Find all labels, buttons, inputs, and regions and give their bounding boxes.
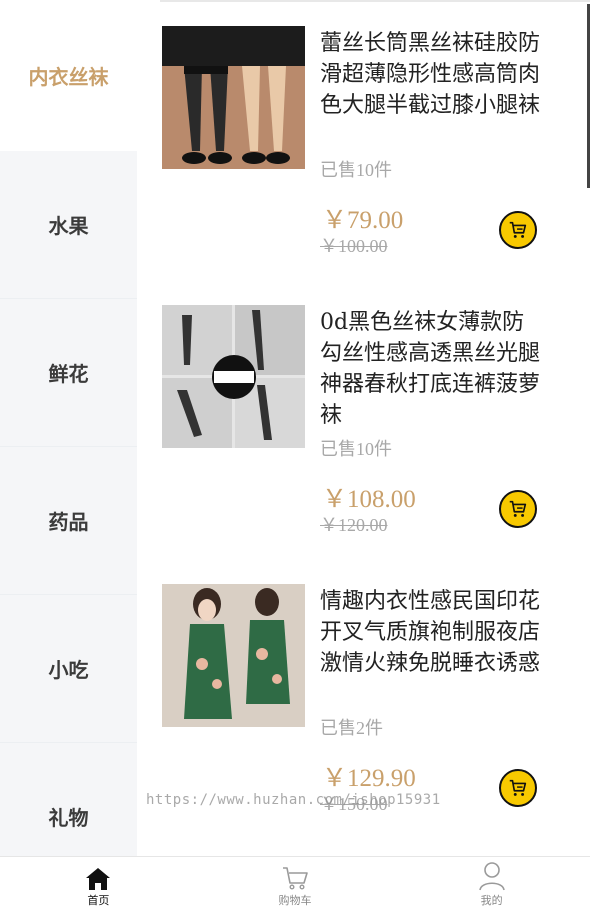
category-sidebar: 内衣丝袜 水果 鲜花 药品 小吃 礼物	[0, 0, 137, 856]
category-lingerie-stockings[interactable]: 内衣丝袜	[0, 0, 137, 151]
cart-icon	[283, 867, 308, 890]
category-fruit[interactable]: 水果	[0, 151, 137, 299]
sold-count: 已售10件	[320, 439, 392, 459]
product-image[interactable]	[162, 26, 305, 169]
cart-icon	[509, 500, 527, 517]
original-price: ￥100.00	[320, 236, 388, 256]
category-gifts[interactable]: 礼物	[0, 743, 137, 856]
tab-cart[interactable]: 购物车	[197, 857, 394, 910]
add-to-cart-button[interactable]	[499, 769, 537, 807]
sold-count: 已售10件	[320, 160, 392, 180]
category-flowers[interactable]: 鲜花	[0, 299, 137, 447]
product-price: ￥108.00	[322, 486, 416, 513]
tab-bar: 首页 购物车 我的	[0, 856, 590, 910]
cart-icon	[509, 221, 527, 238]
product-title[interactable]: 0d黑色丝袜女薄款防勾丝性感高透黑丝光腿神器春秋打底连裤菠萝袜	[320, 307, 542, 431]
product-card[interactable]: 蕾丝长筒黑丝袜硅胶防滑超薄隐形性感高筒肉色大腿半截过膝小腿袜 已售10件 ￥79…	[162, 26, 582, 286]
add-to-cart-button[interactable]	[499, 211, 537, 249]
category-medicine[interactable]: 药品	[0, 447, 137, 595]
qipao-photo	[162, 584, 305, 727]
add-to-cart-button[interactable]	[499, 490, 537, 528]
tab-label: 我的	[480, 894, 503, 907]
product-image[interactable]	[162, 305, 305, 448]
tab-profile[interactable]: 我的	[393, 857, 590, 910]
product-title[interactable]: 蕾丝长筒黑丝袜硅胶防滑超薄隐形性感高筒肉色大腿半截过膝小腿袜	[320, 28, 542, 121]
cart-icon	[509, 779, 527, 796]
tab-home[interactable]: 首页	[0, 857, 197, 910]
category-snacks[interactable]: 小吃	[0, 595, 137, 743]
product-price: ￥79.00	[322, 207, 404, 234]
product-image[interactable]	[162, 584, 305, 727]
product-title[interactable]: 情趣内衣性感民国印花开叉气质旗袍制服夜店激情火辣免脱睡衣诱惑	[320, 586, 542, 679]
product-list: 蕾丝长筒黑丝袜硅胶防滑超薄隐形性感高筒肉色大腿半截过膝小腿袜 已售10件 ￥79…	[137, 0, 590, 856]
product-card[interactable]: 0d黑色丝袜女薄款防勾丝性感高透黑丝光腿神器春秋打底连裤菠萝袜 已售10件 ￥1…	[162, 305, 582, 565]
home-icon	[86, 868, 111, 890]
user-icon	[478, 862, 505, 891]
tab-label: 首页	[87, 894, 110, 907]
sold-count: 已售2件	[320, 718, 383, 738]
original-price: ￥120.00	[320, 515, 388, 535]
tab-label: 购物车	[278, 894, 312, 907]
stockings-photo	[162, 305, 305, 448]
stockings-photo	[162, 26, 305, 169]
product-price: ￥129.90	[322, 765, 416, 792]
watermark: https://www.huzhan.com/ishop15931	[146, 792, 441, 808]
